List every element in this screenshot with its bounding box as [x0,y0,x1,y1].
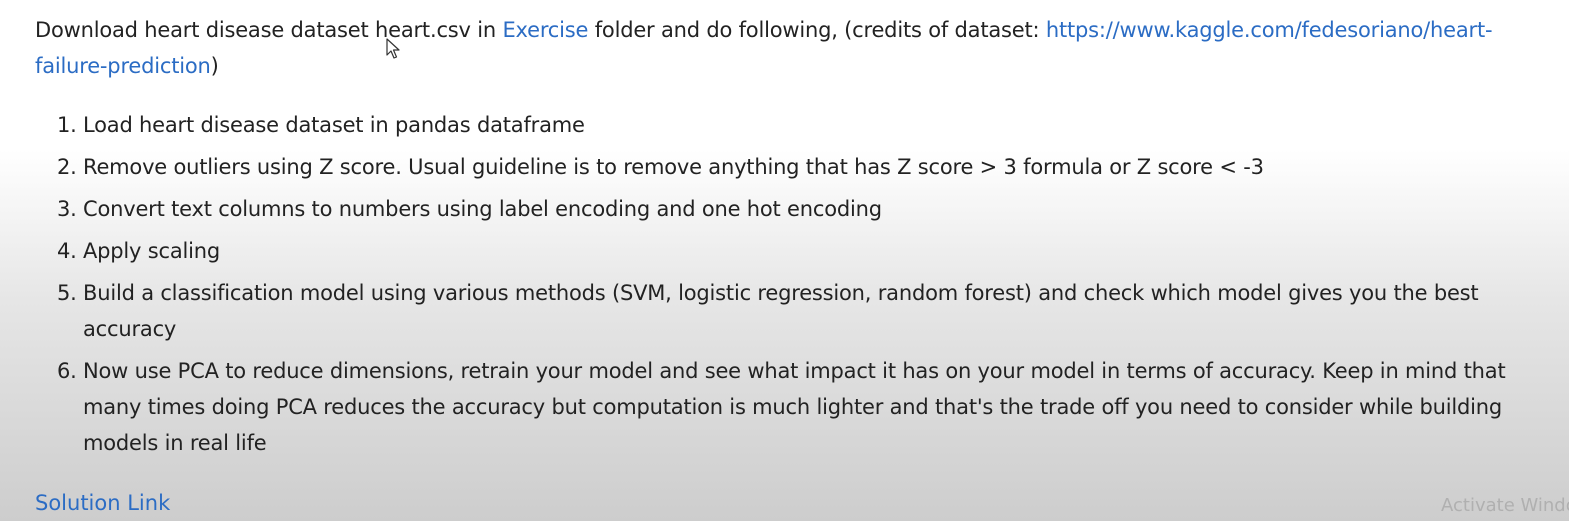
task-text: Apply scaling [83,239,221,263]
task-number: 3. [57,197,77,221]
task-text: Remove outliers using Z score. Usual gui… [83,155,1264,179]
task-number: 6. [57,359,77,383]
task-item-5: 5. Build a classification model using va… [35,275,1535,347]
exercise-folder-link[interactable]: Exercise [502,18,588,42]
intro-text-middle: folder and do following, (credits of dat… [588,18,1046,42]
task-list: 1. Load heart disease dataset in pandas … [35,107,1535,467]
intro-text-before: Download heart disease dataset heart.csv… [35,18,503,42]
intro-text-after: ) [210,54,219,78]
task-text: Build a classification model using vario… [83,281,1479,341]
task-text: Convert text columns to numbers using la… [83,197,882,221]
task-item-1: 1. Load heart disease dataset in pandas … [35,107,1535,143]
task-number: 1. [57,113,77,137]
task-number: 4. [57,239,77,263]
task-item-2: 2. Remove outliers using Z score. Usual … [35,149,1535,185]
mouse-cursor-icon [386,38,400,59]
activate-windows-watermark: Activate Windo [1441,495,1569,516]
task-text: Load heart disease dataset in pandas dat… [83,113,585,137]
task-item-4: 4. Apply scaling [35,233,1535,269]
task-number: 5. [57,281,77,305]
task-item-6: 6. Now use PCA to reduce dimensions, ret… [35,353,1535,461]
solution-link[interactable]: Solution Link [35,485,170,521]
task-text: Now use PCA to reduce dimensions, retrai… [83,359,1506,455]
task-number: 2. [57,155,77,179]
intro-paragraph: Download heart disease dataset heart.csv… [35,12,1535,84]
task-item-3: 3. Convert text columns to numbers using… [35,191,1535,227]
